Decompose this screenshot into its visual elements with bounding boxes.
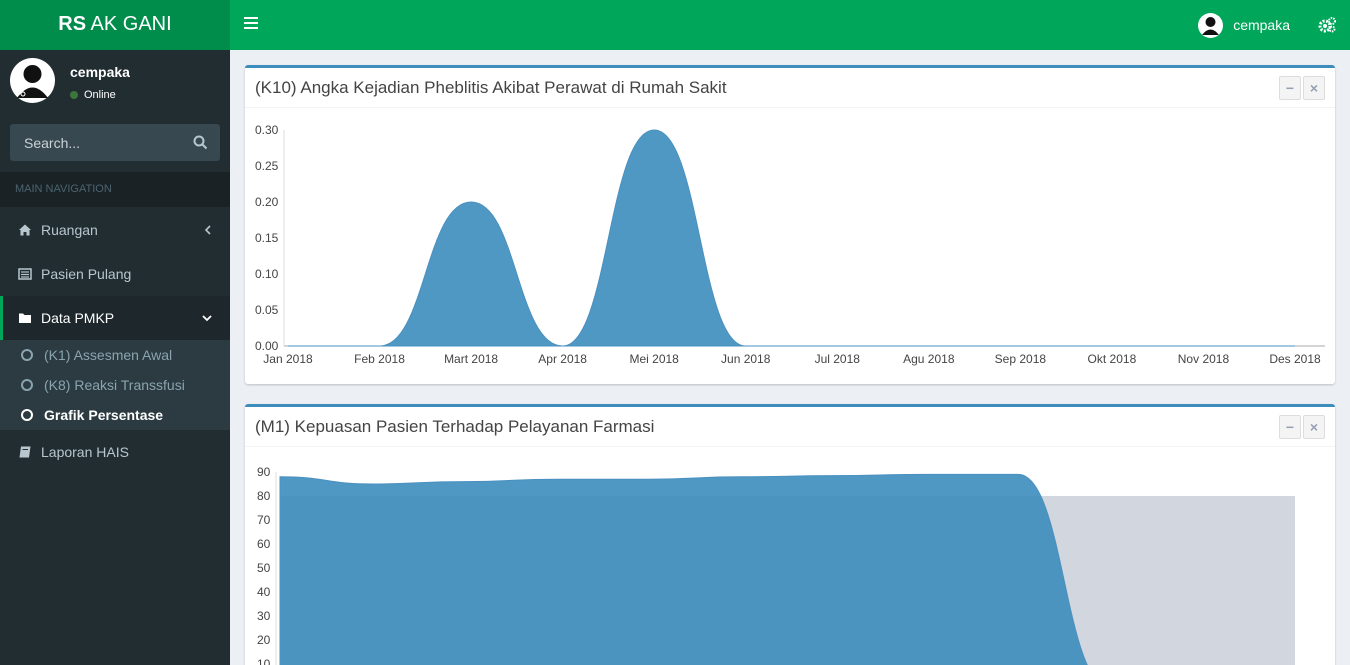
status-text: Online	[84, 89, 116, 101]
sidebar-item-label: Data PMKP	[41, 310, 115, 326]
x-tick-label: Jun 2018	[721, 352, 771, 366]
main-sidebar: cempaka Online MAIN NAVIGATION Ruangan P…	[0, 50, 230, 665]
book-icon	[19, 446, 31, 458]
x-tick-label: Nov 2018	[1178, 352, 1230, 366]
gears-icon[interactable]	[1318, 16, 1336, 34]
app-logo[interactable]: RS AK GANI	[0, 0, 230, 50]
minimize-button[interactable]: −	[1279, 76, 1301, 100]
y-tick-label: 0.10	[255, 267, 279, 281]
x-tick-label: Jul 2018	[815, 352, 861, 366]
sidebar-item-label: Ruangan	[41, 222, 98, 238]
sidebar-item-data-pmkp[interactable]: Data PMKP	[0, 296, 230, 340]
y-tick-label: 0.30	[255, 123, 279, 137]
y-tick-label: 0.25	[255, 159, 279, 173]
top-navbar: cempaka	[230, 0, 1350, 50]
series-area-0	[287, 129, 1295, 347]
home-icon	[19, 224, 31, 236]
x-tick-label: Okt 2018	[1088, 352, 1137, 366]
avatar-icon	[1198, 12, 1224, 38]
y-tick-label: 0.20	[255, 195, 279, 209]
y-tick-label: 60	[257, 537, 271, 551]
user-name: cempaka	[1233, 17, 1290, 33]
y-tick-label: 30	[257, 609, 271, 623]
y-tick-label: 0.05	[255, 303, 279, 317]
box-title: (M1) Kepuasan Pasien Terhadap Pelayanan …	[255, 417, 655, 436]
close-button[interactable]: ×	[1303, 415, 1325, 439]
list-alt-icon	[18, 268, 32, 280]
sidebar-search	[10, 124, 220, 161]
close-button[interactable]: ×	[1303, 76, 1325, 100]
x-tick-label: Des 2018	[1269, 352, 1321, 366]
status-indicator: Online	[70, 89, 116, 101]
x-tick-label: Mei 2018	[629, 352, 679, 366]
treeview-item-label: (K1) Assesmen Awal	[44, 347, 173, 363]
search-icon[interactable]	[193, 135, 208, 150]
y-tick-label: 70	[257, 513, 271, 527]
y-tick-label: 90	[257, 465, 271, 479]
search-input[interactable]	[10, 124, 180, 161]
treeview-item-assesmen-awal[interactable]: (K1) Assesmen Awal	[0, 340, 230, 370]
x-tick-label: Feb 2018	[354, 352, 405, 366]
chart-box-m1: (M1) Kepuasan Pasien Terhadap Pelayanan …	[245, 404, 1335, 665]
sidebar-item-ruangan[interactable]: Ruangan	[0, 208, 230, 252]
y-tick-label: 0.00	[255, 339, 279, 353]
avatar-icon	[10, 58, 55, 103]
user-menu[interactable]: cempaka	[1198, 12, 1290, 38]
box-title: (K10) Angka Kejadian Pheblitis Akibat Pe…	[255, 78, 727, 97]
x-tick-label: Jan 2018	[263, 352, 313, 366]
y-tick-label: 40	[257, 585, 271, 599]
nav-header: MAIN NAVIGATION	[0, 172, 230, 207]
x-tick-label: Apr 2018	[538, 352, 587, 366]
logo-text: AK GANI	[86, 13, 172, 35]
circle-icon	[21, 349, 33, 361]
chart-box-k10: (K10) Angka Kejadian Pheblitis Akibat Pe…	[245, 65, 1335, 384]
logo-bold-text: RS	[58, 13, 87, 35]
minimize-button[interactable]: −	[1279, 415, 1301, 439]
sidebar-item-label: Laporan HAIS	[41, 444, 129, 460]
box-header: (K10) Angka Kejadian Pheblitis Akibat Pe…	[245, 68, 1335, 108]
folder-icon	[19, 313, 31, 323]
circle-icon	[21, 379, 33, 391]
y-tick-label: 20	[257, 633, 271, 647]
sidebar-item-pasien-pulang[interactable]: Pasien Pulang	[0, 252, 230, 296]
y-tick-label: 50	[257, 561, 271, 575]
treeview-item-label: (K8) Reaksi Transsfusi	[44, 377, 185, 393]
x-tick-label: Agu 2018	[903, 352, 955, 366]
sidebar-item-label: Pasien Pulang	[41, 266, 132, 282]
user-panel: cempaka Online	[0, 50, 230, 112]
y-tick-label: 80	[257, 489, 271, 503]
treeview-item-label: Grafik Persentase	[44, 407, 164, 423]
x-tick-label: Sep 2018	[995, 352, 1047, 366]
box-header: (M1) Kepuasan Pasien Terhadap Pelayanan …	[245, 407, 1335, 447]
circle-icon	[21, 409, 33, 421]
y-tick-label: 0.15	[255, 231, 279, 245]
chevron-left-icon	[204, 225, 211, 235]
area-chart-k10: 0.00 0.05 0.10 0.15 0.20 0.25 0.30 Jan 2018 Feb …	[255, 123, 1325, 366]
chevron-down-icon	[202, 315, 212, 322]
x-tick-label: Mart 2018	[444, 352, 498, 366]
sidebar-toggle-icon[interactable]	[244, 17, 258, 29]
treeview-item-grafik-persentase[interactable]: Grafik Persentase	[0, 400, 230, 430]
online-dot-icon	[70, 91, 78, 99]
treeview-item-reaksi-transsfusi[interactable]: (K8) Reaksi Transsfusi	[0, 370, 230, 400]
y-tick-label: 10	[257, 657, 271, 665]
treeview-menu: (K1) Assesmen Awal (K8) Reaksi Transsfus…	[0, 340, 230, 430]
area-chart-m1: 10 20 30 40 50 60 70 80 90	[257, 465, 1295, 665]
sidebar-user-name: cempaka	[70, 64, 130, 80]
sidebar-item-laporan-hais[interactable]: Laporan HAIS	[0, 430, 230, 474]
